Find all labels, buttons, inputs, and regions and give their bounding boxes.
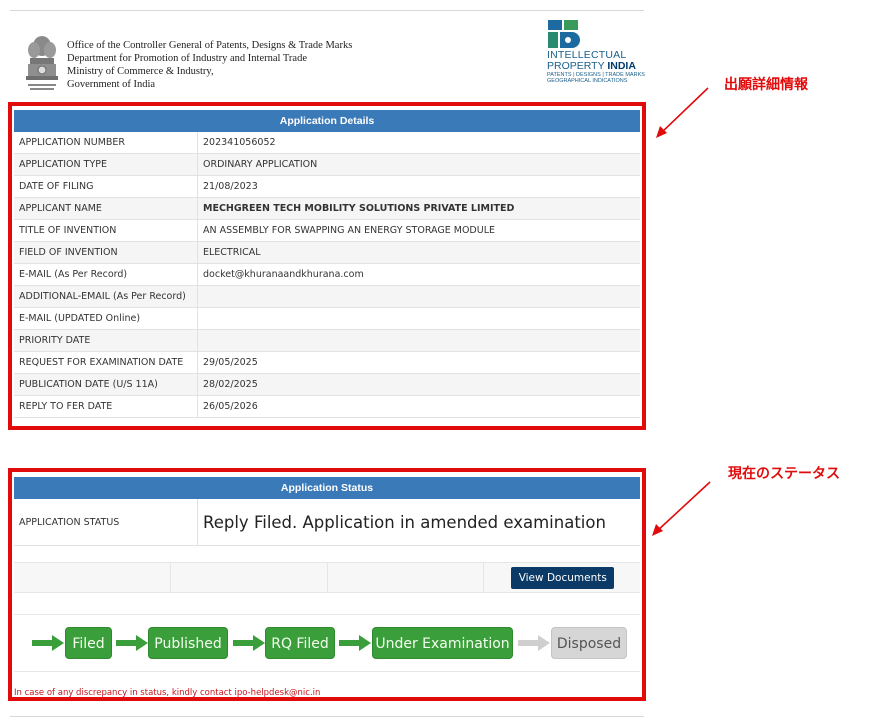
contact-note: In case of any discrepancy in status, ki… — [14, 688, 321, 698]
office-line: Department for Promotion of Industry and… — [67, 53, 307, 64]
stage-arrow-icon — [518, 635, 550, 651]
table-row: TITLE OF INVENTION AN ASSEMBLY FOR SWAPPI… — [14, 220, 640, 242]
row-value: ORDINARY APPLICATION — [203, 159, 318, 170]
table-row: PUBLICATION DATE (U/S 11A) 28/02/2025 — [14, 374, 640, 396]
stage-arrow-icon — [32, 635, 64, 651]
top-divider — [10, 10, 644, 11]
table-row: APPLICATION NUMBER 202341056052 — [14, 132, 640, 154]
stage-arrow-icon — [339, 635, 371, 651]
row-label: ADDITIONAL-EMAIL (As Per Record) — [14, 286, 198, 307]
table-row: E-MAIL (UPDATED Online) — [14, 308, 640, 330]
row-label: FIELD OF INVENTION — [14, 242, 198, 263]
row-label: APPLICANT NAME — [14, 198, 198, 219]
table-row: FIELD OF INVENTION ELECTRICAL — [14, 242, 640, 264]
details-annotation: 出願詳細情報 — [724, 77, 808, 93]
status-annotation: 現在のステータス — [728, 466, 840, 482]
ip-logo-word: INDIA — [607, 60, 636, 72]
stage-filed: Filed — [65, 627, 112, 659]
row-label: REPLY TO FER DATE — [14, 396, 198, 417]
row-value: MECHGREEN TECH MOBILITY SOLUTIONS PRIVAT… — [203, 203, 515, 214]
row-value: ELECTRICAL — [203, 247, 261, 258]
row-value: AN ASSEMBLY FOR SWAPPING AN ENERGY STORA… — [203, 225, 495, 236]
row-value — [198, 330, 640, 351]
table-row: REQUEST FOR EXAMINATION DATE 29/05/2025 — [14, 352, 640, 374]
row-label: APPLICATION NUMBER — [14, 132, 198, 153]
row-value: 26/05/2026 — [203, 401, 258, 412]
status-label: APPLICATION STATUS — [14, 499, 198, 545]
status-table-header: Application Status — [14, 477, 640, 499]
row-label: E-MAIL (UPDATED Online) — [14, 308, 198, 329]
ip-logo-line: PROPERTY INDIA — [547, 61, 645, 72]
row-value: 29/05/2025 — [203, 357, 258, 368]
stage-under-examination: Under Examination — [372, 627, 513, 659]
stage-arrow-icon — [116, 635, 148, 651]
row-value: docket@khuranaandkhurana.com — [203, 269, 364, 280]
status-row: APPLICATION STATUS Reply Filed. Applicat… — [14, 499, 640, 546]
row-label: E-MAIL (As Per Record) — [14, 264, 198, 285]
table-row: APPLICANT NAME MECHGREEN TECH MOBILITY SO… — [14, 198, 640, 220]
status-value: Reply Filed. Application in amended exam… — [203, 513, 606, 532]
view-documents-button[interactable]: View Documents — [511, 567, 615, 589]
row-value: 21/08/2023 — [203, 181, 258, 192]
table-row: PRIORITY DATE — [14, 330, 640, 352]
table-row: E-MAIL (As Per Record) docket@khuranaandk… — [14, 264, 640, 286]
stage-disposed: Disposed — [551, 627, 627, 659]
table-row: REPLY TO FER DATE 26/05/2026 — [14, 396, 640, 418]
empty-cell — [14, 563, 171, 592]
ip-india-logo-text: INTELLECTUAL PROPERTY INDIA PATENTS | DE… — [547, 50, 645, 85]
office-line: Government of India — [67, 79, 156, 90]
row-label: REQUEST FOR EXAMINATION DATE — [14, 352, 198, 373]
empty-cell — [328, 563, 485, 592]
documents-row: View Documents — [14, 562, 640, 593]
bottom-divider — [10, 716, 644, 717]
details-pointer-arrow-icon — [656, 87, 709, 138]
row-value — [198, 286, 640, 307]
status-pointer-arrow-icon — [652, 481, 711, 536]
office-line: Office of the Controller General of Pate… — [67, 40, 353, 51]
stage-rq-filed: RQ Filed — [265, 627, 335, 659]
row-label: DATE OF FILING — [14, 176, 198, 197]
ip-logo-word: PROPERTY — [547, 60, 608, 72]
details-table-header: Application Details — [14, 110, 640, 132]
row-label: TITLE OF INVENTION — [14, 220, 198, 241]
table-row: DATE OF FILING 21/08/2023 — [14, 176, 640, 198]
national-emblem-icon — [26, 36, 58, 90]
row-label: PUBLICATION DATE (U/S 11A) — [14, 374, 198, 395]
row-label: PRIORITY DATE — [14, 330, 198, 351]
stage-published: Published — [148, 627, 228, 659]
stage-arrow-icon — [233, 635, 265, 651]
table-row: ADDITIONAL-EMAIL (As Per Record) — [14, 286, 640, 308]
row-value: 28/02/2025 — [203, 379, 258, 390]
status-pipeline: Filed Published RQ Filed Under Examinati… — [14, 614, 640, 672]
office-title-block: Office of the Controller General of Pate… — [67, 39, 352, 91]
office-line: Ministry of Commerce & Industry, — [67, 66, 214, 77]
row-value: 202341056052 — [203, 137, 276, 148]
details-table: APPLICATION NUMBER 202341056052 APPLICATI… — [14, 132, 640, 418]
table-row: APPLICATION TYPE ORDINARY APPLICATION — [14, 154, 640, 176]
row-label: APPLICATION TYPE — [14, 154, 198, 175]
row-value — [198, 308, 640, 329]
empty-cell — [171, 563, 328, 592]
view-documents-cell: View Documents — [484, 563, 640, 592]
ip-logo-line: GEOGRAPHICAL INDICATIONS — [547, 78, 628, 84]
